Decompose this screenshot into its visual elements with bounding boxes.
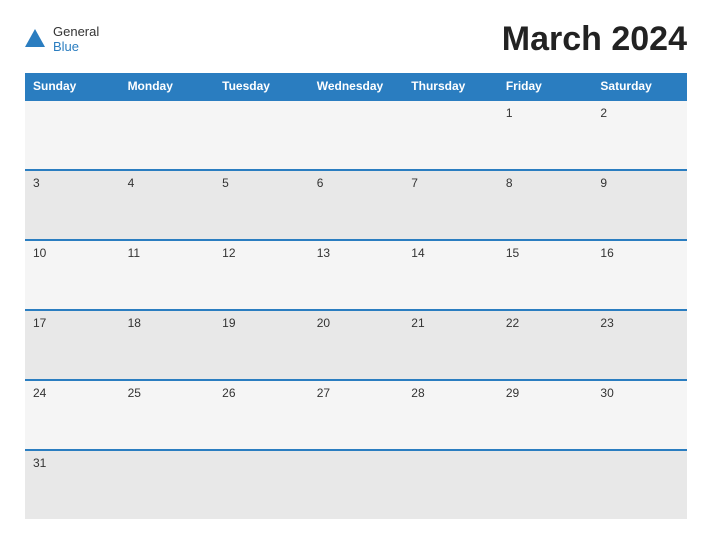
day-number: 6 bbox=[317, 176, 396, 190]
day-cell bbox=[120, 451, 215, 519]
month-title: March 2024 bbox=[502, 20, 687, 59]
day-number: 9 bbox=[600, 176, 679, 190]
day-number: 5 bbox=[222, 176, 301, 190]
day-cell: 16 bbox=[592, 241, 687, 309]
day-cell: 4 bbox=[120, 171, 215, 239]
day-number: 25 bbox=[128, 386, 207, 400]
day-cell: 14 bbox=[403, 241, 498, 309]
day-cell bbox=[214, 101, 309, 169]
day-cell: 20 bbox=[309, 311, 404, 379]
day-cell: 18 bbox=[120, 311, 215, 379]
day-number: 8 bbox=[506, 176, 585, 190]
day-cell: 25 bbox=[120, 381, 215, 449]
week-row-2: 10 11 12 13 14 15 16 bbox=[25, 239, 687, 309]
day-number: 7 bbox=[411, 176, 490, 190]
day-cell: 17 bbox=[25, 311, 120, 379]
day-cell bbox=[498, 451, 593, 519]
day-cell: 21 bbox=[403, 311, 498, 379]
logo-text: General Blue bbox=[53, 25, 99, 54]
calendar: SundayMondayTuesdayWednesdayThursdayFrid… bbox=[25, 73, 687, 535]
days-header: SundayMondayTuesdayWednesdayThursdayFrid… bbox=[25, 73, 687, 99]
day-cell: 28 bbox=[403, 381, 498, 449]
day-cell bbox=[25, 101, 120, 169]
logo-triangle-icon bbox=[25, 29, 45, 47]
day-cell: 6 bbox=[309, 171, 404, 239]
day-number: 12 bbox=[222, 246, 301, 260]
day-number: 21 bbox=[411, 316, 490, 330]
day-header-wednesday: Wednesday bbox=[309, 73, 404, 99]
day-cell: 31 bbox=[25, 451, 120, 519]
day-cell bbox=[592, 451, 687, 519]
day-cell: 5 bbox=[214, 171, 309, 239]
logo-blue: Blue bbox=[53, 40, 99, 54]
day-number: 10 bbox=[33, 246, 112, 260]
day-header-saturday: Saturday bbox=[592, 73, 687, 99]
day-number: 16 bbox=[600, 246, 679, 260]
day-number: 26 bbox=[222, 386, 301, 400]
weeks-container: 1234567891011121314151617181920212223242… bbox=[25, 99, 687, 519]
page-header: General Blue March 2024 bbox=[25, 20, 687, 59]
week-row-4: 24 25 26 27 28 29 30 bbox=[25, 379, 687, 449]
day-header-sunday: Sunday bbox=[25, 73, 120, 99]
day-header-monday: Monday bbox=[120, 73, 215, 99]
week-row-3: 17 18 19 20 21 22 23 bbox=[25, 309, 687, 379]
day-cell: 2 bbox=[592, 101, 687, 169]
day-cell: 10 bbox=[25, 241, 120, 309]
day-number: 28 bbox=[411, 386, 490, 400]
day-number: 24 bbox=[33, 386, 112, 400]
day-cell: 1 bbox=[498, 101, 593, 169]
week-row-5: 31 bbox=[25, 449, 687, 519]
day-number: 15 bbox=[506, 246, 585, 260]
day-number: 20 bbox=[317, 316, 396, 330]
day-cell: 9 bbox=[592, 171, 687, 239]
day-number: 11 bbox=[128, 246, 207, 260]
day-number: 18 bbox=[128, 316, 207, 330]
day-number: 13 bbox=[317, 246, 396, 260]
day-cell bbox=[120, 101, 215, 169]
week-row-1: 3 4 5 6 7 8 9 bbox=[25, 169, 687, 239]
day-cell bbox=[403, 451, 498, 519]
day-cell: 15 bbox=[498, 241, 593, 309]
day-header-friday: Friday bbox=[498, 73, 593, 99]
day-header-thursday: Thursday bbox=[403, 73, 498, 99]
day-cell: 19 bbox=[214, 311, 309, 379]
day-number: 27 bbox=[317, 386, 396, 400]
day-number: 30 bbox=[600, 386, 679, 400]
day-number: 23 bbox=[600, 316, 679, 330]
day-cell bbox=[214, 451, 309, 519]
day-number: 22 bbox=[506, 316, 585, 330]
day-header-tuesday: Tuesday bbox=[214, 73, 309, 99]
day-cell bbox=[403, 101, 498, 169]
day-number: 14 bbox=[411, 246, 490, 260]
day-cell: 7 bbox=[403, 171, 498, 239]
day-cell bbox=[309, 101, 404, 169]
day-cell: 8 bbox=[498, 171, 593, 239]
day-cell: 24 bbox=[25, 381, 120, 449]
day-cell bbox=[309, 451, 404, 519]
day-cell: 13 bbox=[309, 241, 404, 309]
day-number: 17 bbox=[33, 316, 112, 330]
day-number: 2 bbox=[600, 106, 679, 120]
week-row-0: 12 bbox=[25, 99, 687, 169]
day-cell: 27 bbox=[309, 381, 404, 449]
logo-general: General bbox=[53, 25, 99, 39]
day-number: 3 bbox=[33, 176, 112, 190]
day-number: 29 bbox=[506, 386, 585, 400]
day-number: 19 bbox=[222, 316, 301, 330]
day-cell: 3 bbox=[25, 171, 120, 239]
day-cell: 22 bbox=[498, 311, 593, 379]
day-cell: 12 bbox=[214, 241, 309, 309]
day-cell: 30 bbox=[592, 381, 687, 449]
day-number: 1 bbox=[506, 106, 585, 120]
day-number: 4 bbox=[128, 176, 207, 190]
day-cell: 11 bbox=[120, 241, 215, 309]
logo: General Blue bbox=[25, 25, 99, 54]
day-cell: 29 bbox=[498, 381, 593, 449]
day-cell: 26 bbox=[214, 381, 309, 449]
day-cell: 23 bbox=[592, 311, 687, 379]
day-number: 31 bbox=[33, 456, 112, 470]
